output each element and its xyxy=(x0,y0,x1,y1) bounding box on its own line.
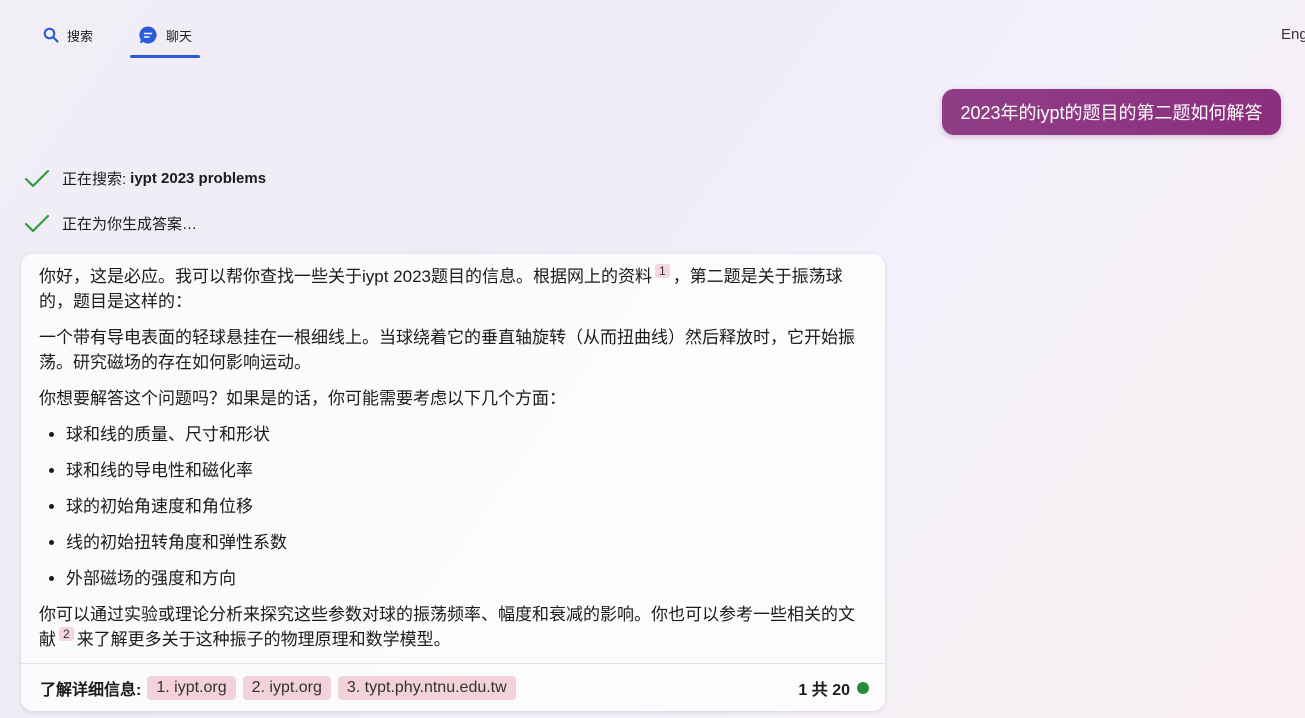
answer-text: 你好，这是必应。我可以帮你查找一些关于iypt 2023题目的信息。根据网上的资… xyxy=(39,267,652,286)
answer-paragraph: 你好，这是必应。我可以帮你查找一些关于iypt 2023题目的信息。根据网上的资… xyxy=(39,264,871,314)
list-item: 线的初始扭转角度和弹性系数 xyxy=(66,530,871,555)
answer-card: 你好，这是必应。我可以帮你查找一些关于iypt 2023题目的信息。根据网上的资… xyxy=(21,254,885,711)
search-icon xyxy=(43,27,59,43)
language-switch[interactable]: Eng xyxy=(1281,26,1305,43)
answer-bullet-list: 球和线的质量、尺寸和形状 球和线的导电性和磁化率 球的初始角速度和角位移 线的初… xyxy=(39,422,871,591)
status-generating: 正在为你生成答案… xyxy=(24,213,197,234)
turn-counter-text: 1 共 20 xyxy=(798,682,850,699)
check-icon xyxy=(24,169,50,187)
active-tab-indicator xyxy=(130,55,200,58)
answer-paragraph: 你想要解答这个问题吗？如果是的话，你可能需要考虑以下几个方面： xyxy=(39,389,566,408)
status-search-query: iypt 2023 problems xyxy=(130,170,267,187)
tab-chat[interactable]: 聊天 xyxy=(138,24,192,46)
list-item: 球的初始角速度和角位移 xyxy=(66,494,871,519)
status-searching-prefix: 正在搜索: xyxy=(62,171,127,188)
list-item: 外部磁场的强度和方向 xyxy=(66,566,871,591)
chat-icon xyxy=(138,25,158,45)
user-message-text: 2023年的iypt的题目的第二题如何解答 xyxy=(960,103,1263,123)
top-nav: 搜索 聊天 Eng xyxy=(0,0,1305,60)
tab-search[interactable]: 搜索 xyxy=(43,24,93,46)
tab-chat-label: 聊天 xyxy=(166,28,193,44)
source-link-1[interactable]: 1. iypt.org xyxy=(147,676,236,700)
source-link-2[interactable]: 2. iypt.org xyxy=(242,676,331,700)
citation-1[interactable]: 1 xyxy=(655,264,670,279)
answer-text: 来了解更多关于这种振子的物理原理和数学模型。 xyxy=(76,630,451,649)
list-item: 球和线的导电性和磁化率 xyxy=(66,458,871,483)
answer-paragraph: 一个带有导电表面的轻球悬挂在一根细线上。当球绕着它的垂直轴旋转（从而扭曲线）然后… xyxy=(39,328,855,372)
citation-2[interactable]: 2 xyxy=(59,627,74,642)
learn-more-label: 了解详细信息: xyxy=(40,682,142,699)
status-generating-text: 正在为你生成答案… xyxy=(62,216,198,233)
check-icon xyxy=(24,214,50,232)
status-searching: 正在搜索: iypt 2023 problems xyxy=(24,168,266,189)
learn-more-bar: 了解详细信息: 1. iypt.org 2. iypt.org 3. typt.… xyxy=(21,663,885,712)
tab-search-label: 搜索 xyxy=(67,28,94,44)
turn-counter: 1 共 20 xyxy=(798,676,869,700)
answer-paragraph: 你可以通过实验或理论分析来探究这些参数对球的振荡频率、幅度和衰减的影响。你也可以… xyxy=(39,602,871,652)
answer-content: 你好，这是必应。我可以帮你查找一些关于iypt 2023题目的信息。根据网上的资… xyxy=(39,264,871,663)
status-dot-icon xyxy=(857,682,869,694)
user-message-bubble: 2023年的iypt的题目的第二题如何解答 xyxy=(942,89,1281,135)
list-item: 球和线的质量、尺寸和形状 xyxy=(66,422,871,447)
source-link-3[interactable]: 3. typt.phy.ntnu.edu.tw xyxy=(337,676,516,700)
